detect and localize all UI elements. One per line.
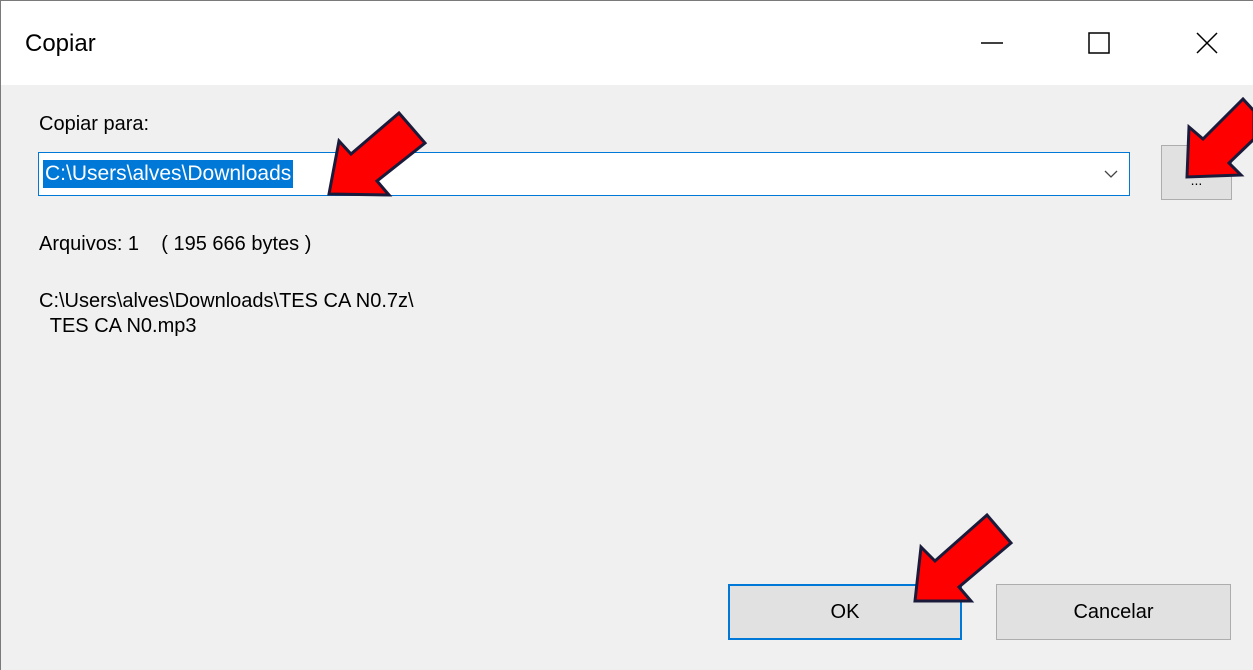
browse-button[interactable]: ... <box>1161 145 1232 200</box>
copy-dialog: Copiar Copiar para: C:\Users\alves\Downl… <box>0 0 1253 670</box>
close-icon <box>1196 32 1218 54</box>
source-path-line1: C:\Users\alves\Downloads\TES CA N0.7z\ <box>39 290 414 312</box>
combo-dropdown-button[interactable] <box>1093 153 1129 195</box>
maximize-button[interactable] <box>1054 1 1144 85</box>
minimize-button[interactable] <box>947 1 1037 85</box>
destination-input[interactable]: C:\Users\alves\Downloads <box>43 160 294 188</box>
title-bar[interactable]: Copiar <box>1 1 1253 85</box>
maximize-icon <box>1088 32 1110 54</box>
destination-label: Copiar para: <box>39 113 150 135</box>
ok-button[interactable]: OK <box>728 584 962 640</box>
destination-combobox[interactable]: C:\Users\alves\Downloads <box>38 152 1130 196</box>
minimize-icon <box>981 42 1003 44</box>
files-info: Arquivos: 1 ( 195 666 bytes ) <box>39 233 312 255</box>
close-button[interactable] <box>1162 1 1252 85</box>
chevron-down-icon <box>1104 170 1118 178</box>
window-title: Copiar <box>25 30 96 57</box>
cancel-button[interactable]: Cancelar <box>996 584 1231 640</box>
source-path-line2: TES CA N0.mp3 <box>39 315 197 337</box>
